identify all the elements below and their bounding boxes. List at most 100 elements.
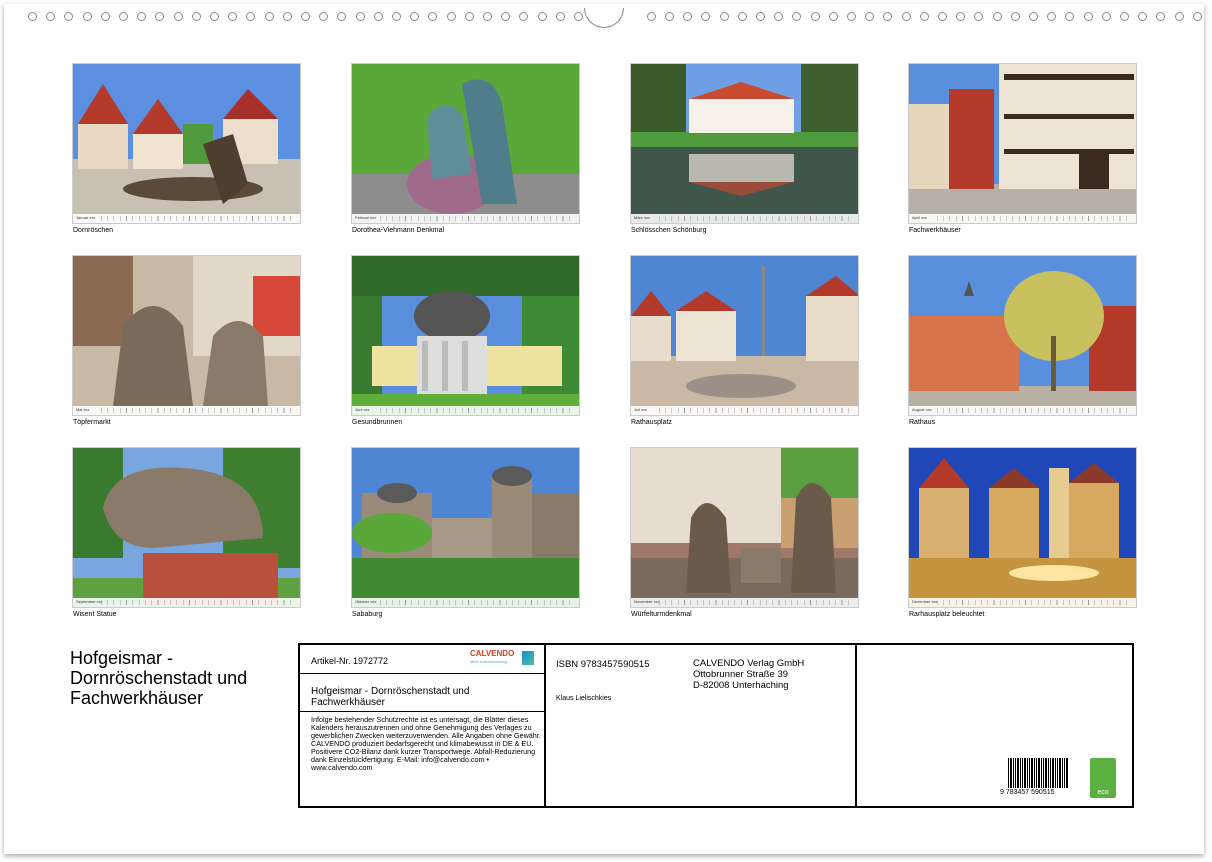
month-thumb-july: Juli xxx (630, 255, 859, 416)
binding-ring (173, 12, 183, 21)
binding-ring (919, 12, 929, 21)
calvendo-logo-mark (522, 651, 534, 665)
binding-ring (847, 12, 856, 21)
binding-ring (956, 12, 966, 21)
eco-label: eco (1097, 789, 1109, 796)
month-caption: Rathaus (909, 419, 936, 426)
month-thumb-march: März xxx (630, 63, 859, 224)
month-caption: Töpfermarkt (73, 419, 111, 426)
month-thumb-january: Januar xxx (72, 63, 301, 224)
binding-ring (483, 12, 492, 21)
binding-ring (1156, 12, 1166, 21)
binding-ring (137, 12, 147, 21)
binding-ring (46, 12, 56, 21)
binding-ring (392, 12, 401, 21)
month-caption: Schlösschen Schönburg (631, 227, 707, 234)
month-caption: Dorothea-Viehmann Denkmal (352, 227, 445, 234)
binding-ring (865, 12, 875, 21)
publisher-name: CALVENDO Verlag GmbH (693, 658, 805, 669)
month-strip-label: November xxx (634, 599, 660, 604)
binding-ring (301, 12, 310, 21)
month-caption: Rathausplatz (631, 419, 672, 426)
binding-ring (319, 12, 329, 21)
binding-ring (282, 12, 292, 21)
month-caption: Rarhausplatz beleuchtet (909, 611, 985, 618)
binding-ring (974, 12, 984, 21)
binding-ring (191, 12, 201, 21)
calendar-title: Hofgeismar - Dornröschenstadt und Fachwe… (70, 648, 248, 708)
binding-ring (1010, 12, 1020, 21)
binding-ring (574, 12, 583, 21)
month-strip-label: September xxx (76, 599, 103, 604)
binding-ring (210, 12, 219, 21)
month-caption: Dornröschen (73, 227, 114, 234)
calendar-back-cover: Januar xxx Dornröschen Februar xxx Dorot… (4, 4, 1204, 854)
isbn: ISBN 9783457590515 (556, 659, 650, 670)
legal-notice: Infolge bestehender Schutzrechte ist es … (311, 715, 541, 772)
binding-ring (537, 12, 547, 21)
binding-ring (1083, 12, 1093, 21)
binding-ring (701, 12, 711, 21)
binding-ring (1047, 12, 1057, 21)
barcode (1008, 758, 1068, 788)
binding-ring (64, 12, 74, 21)
month-strip-label: April xxx (912, 215, 928, 220)
binding-ring (737, 12, 747, 21)
binding-ring (883, 12, 893, 21)
binding-ring (519, 12, 529, 21)
binding-ring (1065, 12, 1075, 21)
month-caption: Wisent Statue (73, 611, 117, 618)
month-caption: Würfelturmdenkmal (631, 611, 692, 618)
barcode-digits: 9 783457 590515 (1000, 789, 1055, 796)
eco-icon: eco (1090, 758, 1116, 798)
month-strip-label: Oktober xxx (355, 599, 377, 604)
binding-ring (646, 12, 656, 21)
binding-ring (264, 12, 274, 21)
binding-ring (446, 12, 456, 21)
binding-ring (1138, 12, 1148, 21)
month-thumb-may: Mai xxx (72, 255, 301, 416)
binding-ring (410, 12, 420, 21)
binding-ring (100, 12, 110, 21)
month-thumb-december: Dezember xxx (908, 447, 1137, 608)
binding-ring (428, 12, 438, 21)
month-strip-label: Dezember xxx (912, 599, 938, 604)
month-thumb-april: April xxx (908, 63, 1137, 224)
binding-ring (828, 12, 838, 21)
month-strip-label: Februar xxx (355, 215, 377, 220)
binding-ring (246, 12, 256, 21)
month-strip-label: Juli xxx (634, 407, 648, 412)
binding-ring (756, 12, 765, 21)
binding-ring (337, 12, 347, 21)
binding-ring (464, 12, 474, 21)
binding-ring (901, 12, 911, 21)
binding-ring (810, 12, 820, 21)
month-thumb-september: September xxx (72, 447, 301, 608)
binding-ring (355, 12, 365, 21)
month-thumb-november: November xxx (630, 447, 859, 608)
month-strip-label: Mai xxx (76, 407, 90, 412)
inner-title: Hofgeismar - Dornröschenstadt und Fachwe… (311, 686, 470, 708)
binding-ring (82, 12, 92, 21)
month-strip-label: Januar xxx (76, 215, 96, 220)
binding-ring (501, 12, 511, 21)
binding-ring (665, 12, 674, 21)
month-caption: Sababurg (352, 611, 383, 618)
binding-ring (774, 12, 784, 21)
month-caption: Gesundbrunnen (352, 419, 403, 426)
binding-ring (1101, 12, 1111, 21)
article-number: Artikel-Nr. 1972772 (311, 656, 389, 666)
calvendo-logo: CALVENDO (470, 649, 515, 658)
binding-ring (373, 12, 383, 21)
month-strip-label: August xxx (912, 407, 932, 412)
month-strip-label: Juni xxx (355, 407, 370, 412)
calvendo-tagline: Mein Kalenderverlag (470, 659, 507, 664)
month-thumb-february: Februar xxx (351, 63, 580, 224)
binding-ring (155, 12, 165, 21)
binding-ring (1029, 12, 1038, 21)
month-thumb-june: Juni xxx (351, 255, 580, 416)
author: Klaus Lielischkies (556, 695, 612, 702)
binding-ring (228, 12, 238, 21)
binding-ring (719, 12, 729, 21)
publisher-city: D-82008 Unterhaching (693, 680, 789, 691)
